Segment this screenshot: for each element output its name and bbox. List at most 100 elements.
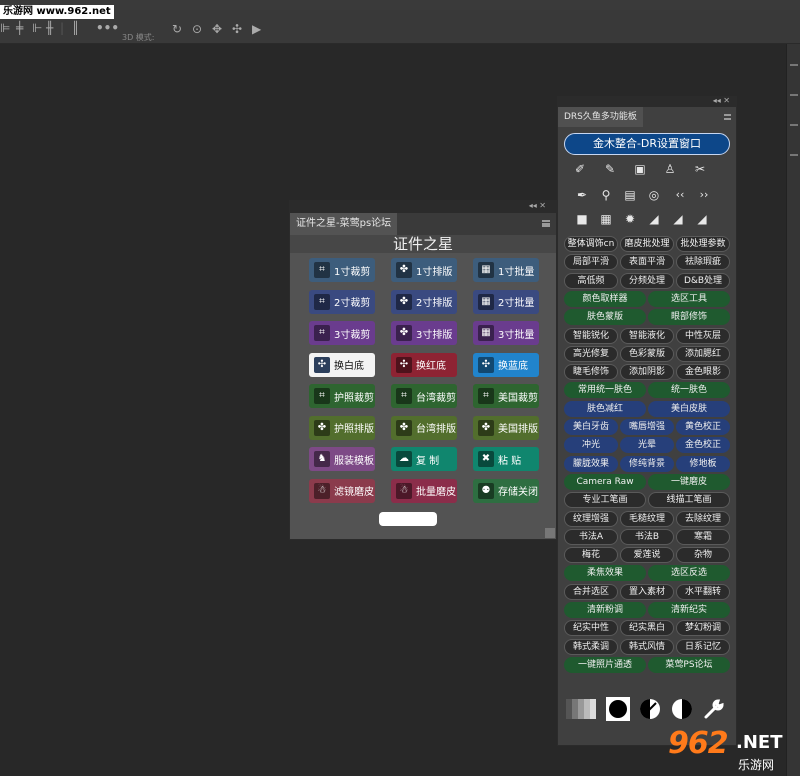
action-button[interactable]: 嘴唇增强 [620, 419, 674, 435]
align-right-icon[interactable]: ⊩ [32, 22, 42, 34]
btn-0-2[interactable]: ▦ 1寸批量 [473, 258, 539, 282]
action-button[interactable]: 冲光 [564, 437, 618, 454]
action-button[interactable]: 智能液化 [620, 327, 674, 344]
action-button[interactable]: 整体调饰cn [564, 236, 618, 252]
resize-handle[interactable] [545, 528, 555, 538]
action-button[interactable]: 纪实黑白 [620, 620, 674, 637]
action-button[interactable]: 选区反选 [648, 565, 730, 582]
action-button[interactable]: 合并选区 [564, 583, 618, 600]
slide-3d-icon[interactable]: ✣ [232, 23, 242, 35]
action-button[interactable]: 修纯背景 [620, 455, 674, 472]
action-button[interactable]: 专业工笔画 [564, 492, 646, 509]
action-button[interactable]: 纹理增强 [564, 510, 618, 527]
btn-7-1[interactable]: ☃ 批量磨皮 [391, 478, 457, 503]
stamp-icon[interactable]: ♙ [662, 161, 678, 177]
distribute2-icon[interactable]: ║ [72, 22, 79, 34]
action-button[interactable]: 水平翻转 [676, 583, 730, 600]
btn-2-2[interactable]: ▦ 3寸批量 [473, 321, 539, 345]
action-button[interactable]: 清新纪实 [648, 602, 730, 618]
collapse-icon[interactable]: ◂◂ ✕ [713, 96, 730, 105]
btn-4-1[interactable]: ⌗ 台湾裁剪 [391, 384, 457, 408]
grayscale-strip-icon[interactable] [566, 697, 596, 721]
btn-3-1[interactable]: ✣ 换红底 [391, 352, 457, 377]
histogram2-icon[interactable]: ◢ [670, 211, 686, 227]
action-button[interactable]: 智能锐化 [564, 327, 618, 344]
sparkle-icon[interactable]: ✹ [622, 211, 638, 227]
eyedropper-icon[interactable]: ✒ [574, 187, 590, 203]
action-button[interactable]: 柔焦效果 [564, 565, 646, 582]
action-button[interactable]: 选区工具 [648, 290, 730, 307]
action-button[interactable]: 纪实中性 [564, 620, 618, 637]
brush-icon[interactable]: ✐ [572, 161, 588, 177]
action-button[interactable]: 书法B [620, 528, 674, 545]
btn-7-0[interactable]: ☃ 滤镜磨皮 [309, 478, 375, 503]
half-contrast-icon[interactable] [638, 697, 662, 721]
chip-icon[interactable]: ▣ [632, 161, 648, 177]
square-icon[interactable]: ■ [574, 211, 590, 227]
rotate-3d-icon[interactable]: ↻ [172, 23, 182, 35]
action-button[interactable]: 分频处理 [620, 272, 674, 289]
histogram3-icon[interactable]: ◢ [694, 211, 710, 227]
panel-menu-icon[interactable] [542, 220, 550, 227]
btn-3-2[interactable]: ✣ 换蓝底 [473, 352, 539, 377]
action-button[interactable]: 眼部修饰 [648, 309, 730, 326]
action-button[interactable]: 书法A [564, 528, 618, 545]
btn-5-1[interactable]: ✤ 台湾排版 [391, 415, 457, 440]
btn-4-0[interactable]: ⌗ 护照裁剪 [309, 384, 375, 408]
action-button[interactable]: 常用统一肤色 [564, 382, 646, 399]
align-center-icon[interactable]: ╪ [16, 22, 23, 34]
action-button[interactable]: 去除纹理 [676, 510, 730, 527]
magnifier-icon[interactable]: ⚲ [598, 187, 614, 203]
action-button[interactable]: 颜色取样器 [564, 290, 646, 307]
btn-1-0[interactable]: ⌗ 2寸裁剪 [309, 289, 375, 314]
btn-7-2[interactable]: ⚉ 存储关闭 [473, 478, 539, 503]
action-button[interactable]: 中性灰层 [676, 327, 730, 344]
action-button[interactable]: 添加阴影 [620, 364, 674, 381]
roll-3d-icon[interactable]: ⊙ [192, 23, 202, 35]
histogram-icon[interactable]: ◢ [646, 211, 662, 227]
btn-6-1[interactable]: ☁ 复 制 [391, 447, 457, 471]
action-button[interactable]: 梦幻粉调 [676, 620, 730, 637]
action-button[interactable]: 肤色蒙版 [564, 309, 646, 326]
action-button[interactable]: 朦胧效果 [564, 455, 618, 472]
align-left-icon[interactable]: ⊫ [0, 22, 10, 34]
action-button[interactable]: 局部平滑 [564, 254, 618, 271]
mask-icon[interactable]: ✂ [692, 161, 708, 177]
action-button[interactable]: 金色校正 [676, 437, 730, 454]
btn-0-0[interactable]: ⌗ 1寸裁剪 [309, 258, 375, 282]
back-icon[interactable]: ‹‹ [670, 187, 690, 203]
scale-3d-icon[interactable]: ▶ [252, 23, 261, 35]
btn-0-1[interactable]: ✤ 1寸排版 [391, 258, 457, 282]
btn-1-2[interactable]: ▦ 2寸批量 [473, 289, 539, 314]
action-button[interactable]: 清新粉调 [564, 602, 646, 618]
action-button[interactable]: 祛除瑕疵 [676, 254, 730, 271]
pen-icon[interactable]: ✎ [602, 161, 618, 177]
btn-6-2[interactable]: ✖ 粘 贴 [473, 447, 539, 471]
dr-settings-button[interactable]: 金木整合-DR设置窗口 [564, 133, 730, 155]
action-button[interactable]: 爱莲说 [620, 547, 674, 564]
action-button[interactable]: 线描工笔画 [648, 492, 730, 509]
gradient-icon[interactable]: ▦ [598, 211, 614, 227]
btn-5-2[interactable]: ✤ 美国排版 [473, 415, 539, 440]
action-button[interactable]: 高低频 [564, 272, 618, 289]
action-button[interactable]: 美白皮肤 [648, 400, 730, 417]
action-button[interactable]: 黄色校正 [676, 419, 730, 435]
btn-2-1[interactable]: ✤ 3寸排版 [391, 321, 457, 345]
action-button[interactable]: 色彩蒙版 [620, 345, 674, 362]
btn-5-0[interactable]: ✤ 护照排版 [309, 415, 375, 440]
action-button[interactable]: Camera Raw [564, 473, 646, 490]
action-button[interactable]: 毛糙纹理 [620, 510, 674, 527]
forward-icon[interactable]: ›› [694, 187, 714, 203]
action-button[interactable]: 一键照片通透 [564, 656, 646, 673]
action-button[interactable]: 杂物 [676, 547, 730, 564]
action-button[interactable]: 光晕 [620, 437, 674, 454]
action-button[interactable]: 表面平滑 [620, 254, 674, 271]
btn-2-0[interactable]: ⌗ 3寸裁剪 [309, 321, 375, 345]
action-button[interactable]: 寒霜 [676, 528, 730, 545]
tab-id-photo[interactable]: 证件之星-菜莺ps论坛 [290, 213, 398, 235]
action-button[interactable]: 统一肤色 [648, 382, 730, 399]
action-button[interactable]: 高光修复 [564, 345, 618, 362]
action-button[interactable]: D&B处理 [676, 272, 730, 289]
action-button[interactable]: 金色眼影 [676, 364, 730, 381]
action-button[interactable]: 修地板 [676, 455, 730, 472]
